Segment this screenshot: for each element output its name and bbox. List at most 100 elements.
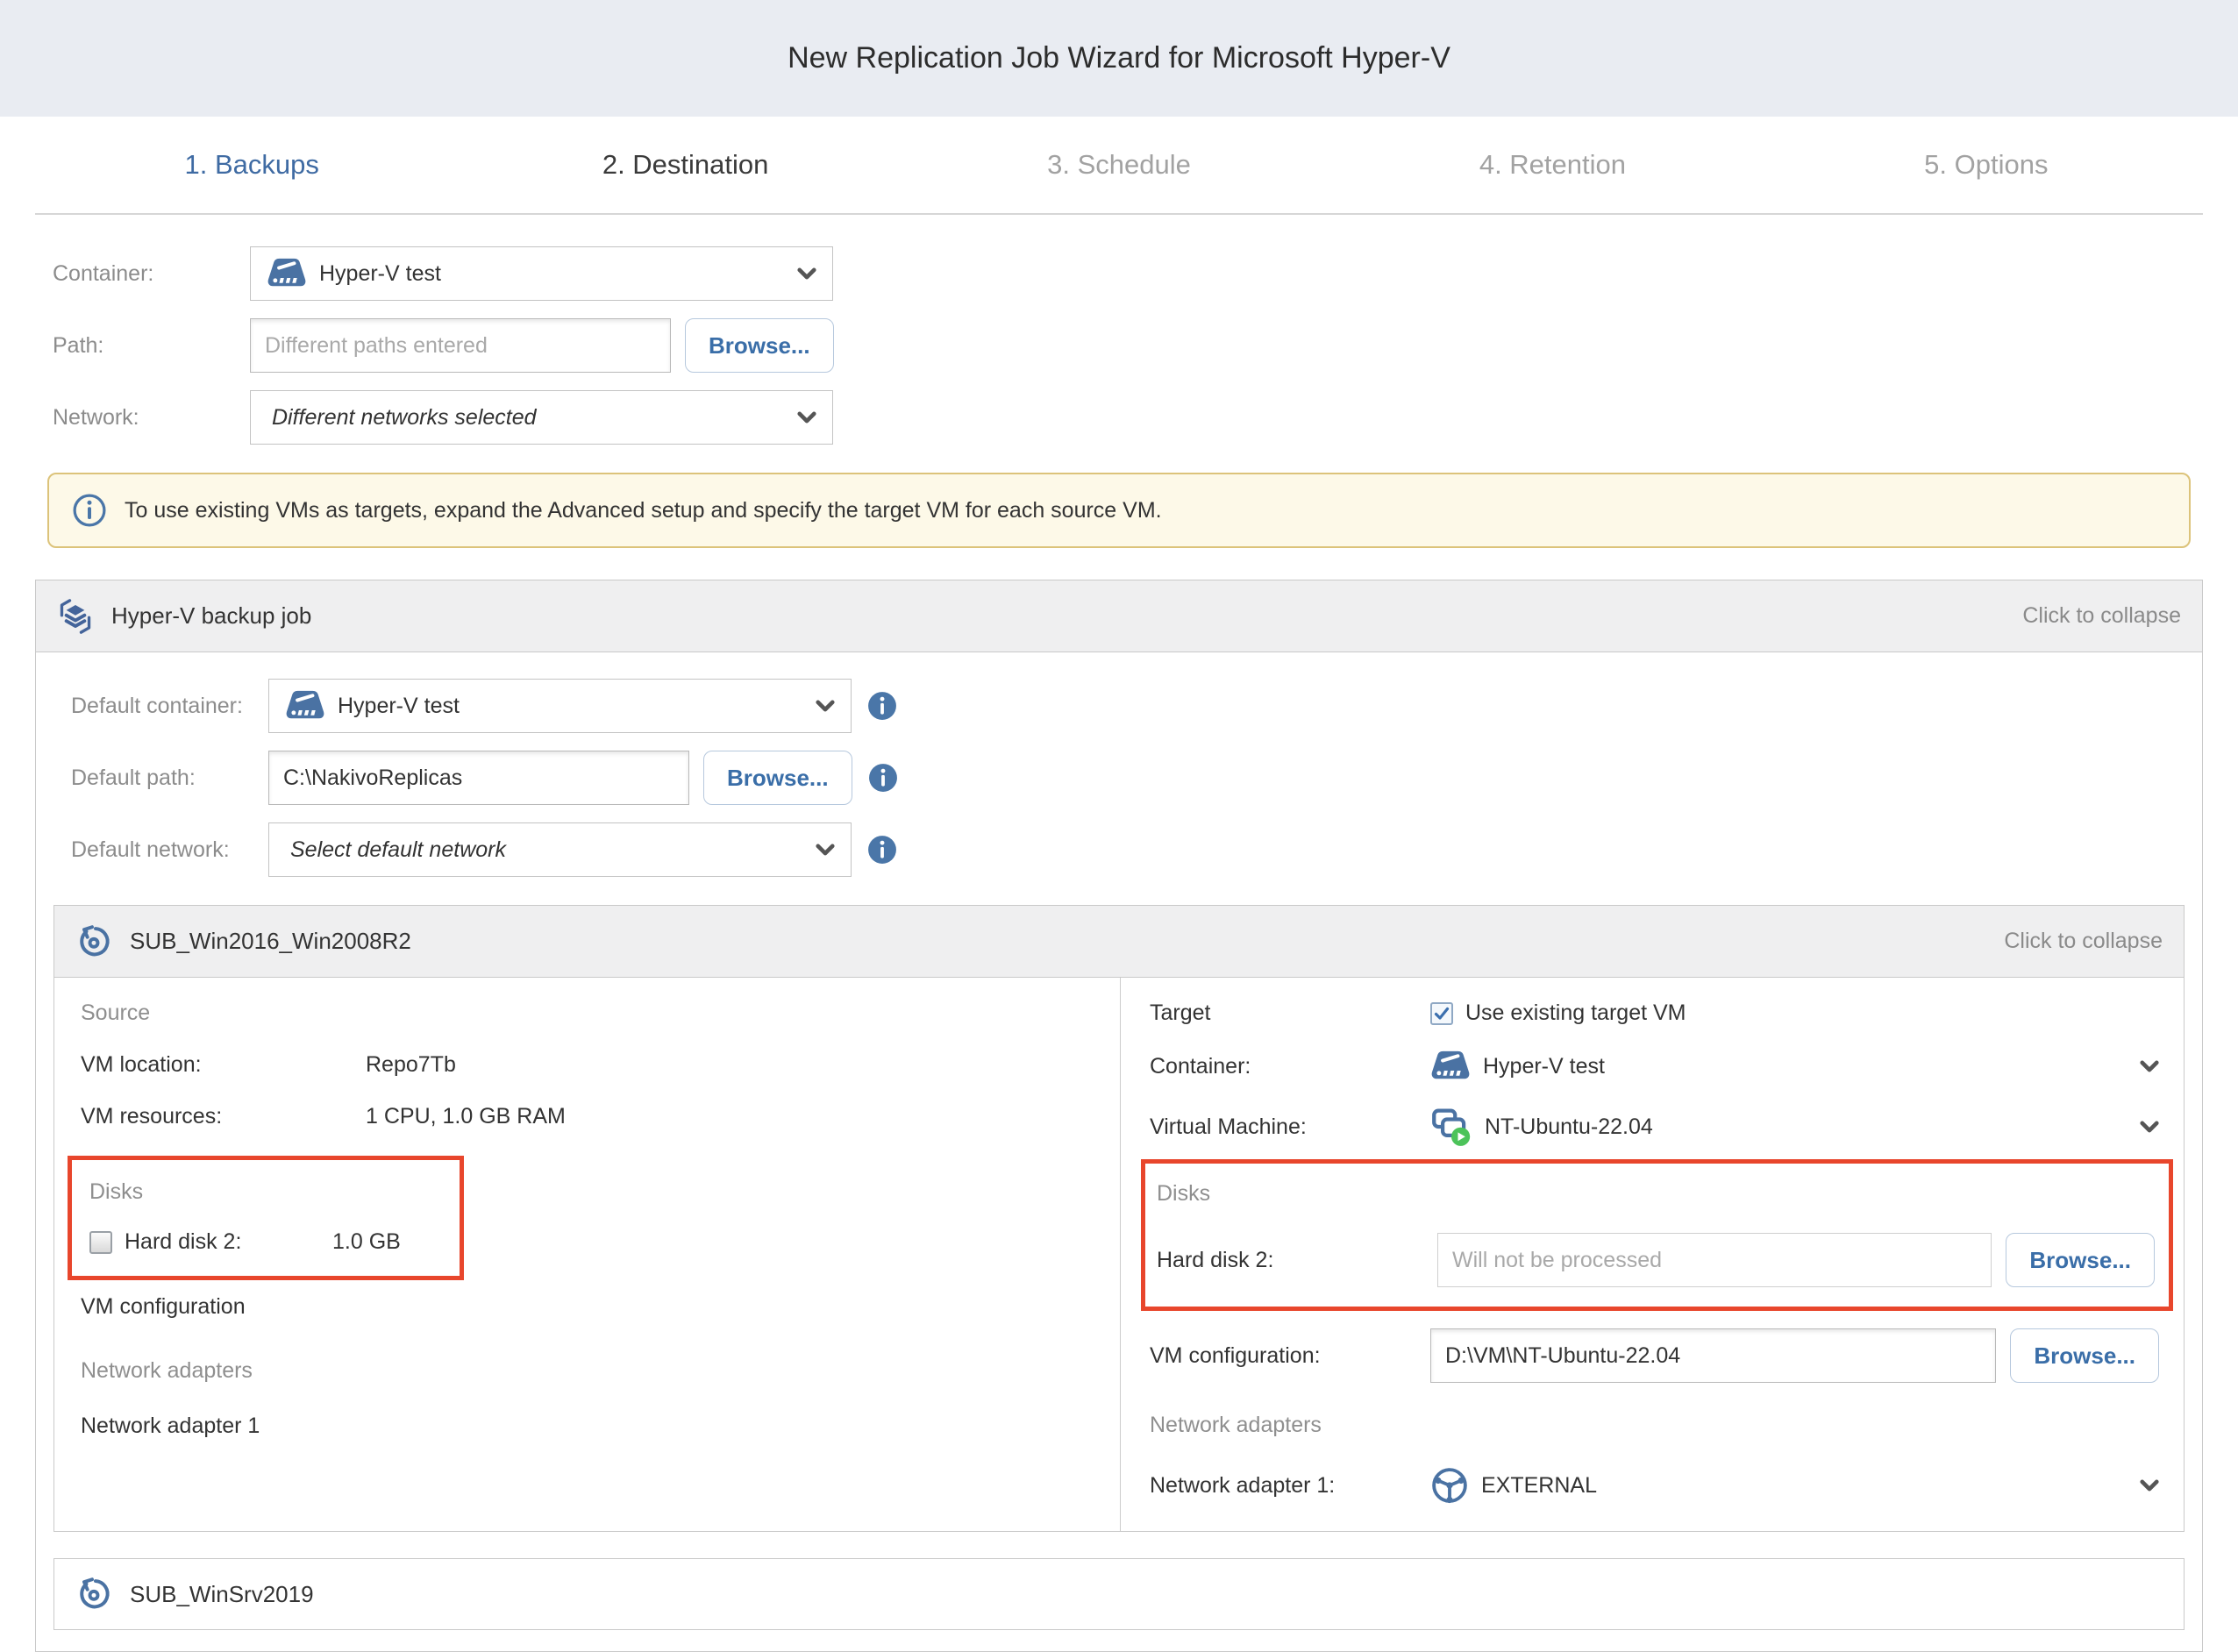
vm-subpanel: SUB_Win2016_Win2008R2 Click to collapse …	[53, 905, 2185, 1532]
target-net-adapter-row: Network adapter 1: EXTERNAL	[1137, 1466, 2184, 1505]
layers-icon	[57, 597, 94, 636]
chevron-down-icon	[816, 844, 835, 856]
target-container-label: Container:	[1150, 1054, 1430, 1079]
default-path-input[interactable]	[268, 751, 689, 805]
target-net-adapters-heading: Network adapters	[1137, 1413, 2184, 1438]
default-container-select[interactable]: Hyper-V test	[268, 679, 852, 733]
path-browse-button[interactable]: Browse...	[685, 318, 834, 373]
default-network-row: Default network: Select default network	[53, 822, 2185, 877]
step-tab-schedule[interactable]: 3. Schedule	[902, 149, 1336, 181]
replication-job-icon	[75, 1576, 112, 1613]
target-hard-disk-browse-button[interactable]: Browse...	[2006, 1233, 2155, 1287]
target-disks-heading: Disks	[1154, 1181, 2169, 1207]
collapsed-vm-row[interactable]: SUB_WinSrv2019	[53, 1558, 2185, 1630]
collapse-toggle[interactable]: Click to collapse	[2004, 929, 2163, 954]
target-vm-config-input[interactable]	[1430, 1328, 1996, 1383]
source-net-adapter-row: Network adapter 1	[54, 1413, 1120, 1439]
source-hard-disk-label: Hard disk 2:	[125, 1229, 241, 1255]
backup-job-header[interactable]: Hyper-V backup job Click to collapse	[36, 580, 2202, 652]
default-path-browse-button[interactable]: Browse...	[703, 751, 852, 805]
backup-job-title: Hyper-V backup job	[111, 602, 311, 630]
target-container-value: Hyper-V test	[1483, 1054, 2140, 1079]
default-network-label: Default network:	[53, 837, 268, 863]
source-vm-config-label: VM configuration	[81, 1294, 366, 1320]
hyperv-container-icon	[285, 688, 325, 723]
default-network-value: Select default network	[290, 837, 816, 863]
vm-subpanel-title: SUB_Win2016_Win2008R2	[130, 928, 411, 955]
backup-job-body: Default container: Hyper-V test Default …	[36, 652, 2202, 1651]
collapse-toggle[interactable]: Click to collapse	[2022, 603, 2181, 629]
target-vm-value: NT-Ubuntu-22.04	[1485, 1114, 2140, 1140]
target-vm-config-browse-button[interactable]: Browse...	[2010, 1328, 2159, 1383]
source-disks-heading: Disks	[85, 1179, 460, 1205]
network-icon	[1430, 1466, 1469, 1505]
hyperv-container-icon	[1430, 1049, 1471, 1084]
target-heading: Target	[1150, 1000, 1430, 1026]
chevron-down-icon	[797, 411, 816, 424]
target-container-row: Container: Hyper-V test	[1137, 1049, 2184, 1084]
hard-disk-checkbox[interactable]	[89, 1231, 112, 1254]
step-tab-retention[interactable]: 4. Retention	[1336, 149, 1769, 181]
vm-resources-label: VM resources:	[81, 1104, 366, 1129]
target-vm-config-label: VM configuration:	[1150, 1343, 1430, 1369]
wizard-titlebar: New Replication Job Wizard for Microsoft…	[0, 0, 2238, 117]
chevron-down-icon	[2140, 1479, 2159, 1492]
network-select-value: Different networks selected	[272, 405, 797, 431]
info-icon[interactable]	[867, 691, 897, 721]
source-hard-disk-size: 1.0 GB	[332, 1229, 401, 1255]
step-tab-options[interactable]: 5. Options	[1770, 149, 2203, 181]
vm-location-row: VM location: Repo7Tb	[54, 1052, 1120, 1078]
target-vm-config-row: VM configuration: Browse...	[1137, 1328, 2184, 1383]
info-banner-text: To use existing VMs as targets, expand t…	[125, 498, 1162, 523]
hyperv-container-icon	[267, 256, 307, 291]
vm-subpanel-header[interactable]: SUB_Win2016_Win2008R2 Click to collapse	[54, 906, 2184, 978]
page-title: New Replication Job Wizard for Microsoft…	[788, 41, 1450, 75]
target-container-select[interactable]: Hyper-V test	[1430, 1049, 2184, 1084]
info-icon[interactable]	[867, 835, 897, 865]
target-heading-row: Target Use existing target VM	[1137, 1000, 2184, 1026]
info-banner: To use existing VMs as targets, expand t…	[47, 473, 2191, 548]
chevron-down-icon	[797, 267, 816, 280]
chevron-down-icon	[2140, 1060, 2159, 1072]
chevron-down-icon	[816, 700, 835, 712]
source-hard-disk-row: Hard disk 2: 1.0 GB	[85, 1229, 460, 1255]
path-row: Path: Browse...	[35, 318, 2203, 373]
path-input[interactable]	[250, 318, 671, 373]
network-row: Network: Different networks selected	[35, 390, 2203, 445]
collapsed-vm-title: SUB_WinSrv2019	[130, 1581, 314, 1608]
wizard-content: Container: Hyper-V test Path: Browse... …	[0, 215, 2238, 1652]
vm-resources-row: VM resources: 1 CPU, 1.0 GB RAM	[54, 1104, 1120, 1129]
container-row: Container: Hyper-V test	[35, 246, 2203, 301]
vm-subpanel-body: Source VM location: Repo7Tb VM resources…	[54, 978, 2184, 1531]
default-path-label: Default path:	[53, 765, 268, 791]
source-net-adapters-heading: Network adapters	[54, 1358, 1120, 1384]
target-column: Target Use existing target VM Container:	[1121, 978, 2184, 1531]
default-network-select[interactable]: Select default network	[268, 822, 852, 877]
default-path-row: Default path: Browse...	[53, 751, 2185, 805]
target-hard-disk-input[interactable]	[1437, 1233, 1992, 1287]
vm-location-value: Repo7Tb	[366, 1052, 456, 1078]
default-container-row: Default container: Hyper-V test	[53, 679, 2185, 733]
chevron-down-icon	[2140, 1121, 2159, 1133]
wizard-steps: 1. Backups 2. Destination 3. Schedule 4.…	[35, 117, 2203, 215]
vm-resources-value: 1 CPU, 1.0 GB RAM	[366, 1104, 566, 1129]
vm-location-label: VM location:	[81, 1052, 366, 1078]
target-net-adapter-value: EXTERNAL	[1481, 1473, 2140, 1499]
target-net-adapter-select[interactable]: EXTERNAL	[1430, 1466, 2184, 1505]
target-vm-row: Virtual Machine: NT-Ubuntu-22.04	[1137, 1107, 2184, 1147]
use-existing-vm-label: Use existing target VM	[1465, 1000, 1686, 1026]
container-select[interactable]: Hyper-V test	[250, 246, 833, 301]
info-icon[interactable]	[868, 763, 898, 793]
default-container-value: Hyper-V test	[338, 694, 816, 719]
default-container-label: Default container:	[53, 694, 268, 719]
network-label: Network:	[35, 405, 250, 431]
network-select[interactable]: Different networks selected	[250, 390, 833, 445]
use-existing-vm-checkbox[interactable]	[1430, 1002, 1453, 1025]
target-disks-highlight: Disks Hard disk 2: Browse...	[1141, 1159, 2173, 1311]
step-tab-backups[interactable]: 1. Backups	[35, 149, 468, 181]
source-net-adapter-label: Network adapter 1	[81, 1413, 366, 1439]
target-vm-select[interactable]: NT-Ubuntu-22.04	[1430, 1107, 2184, 1147]
step-tab-destination[interactable]: 2. Destination	[468, 149, 902, 181]
info-banner-icon	[72, 493, 107, 528]
container-label: Container:	[35, 261, 250, 287]
